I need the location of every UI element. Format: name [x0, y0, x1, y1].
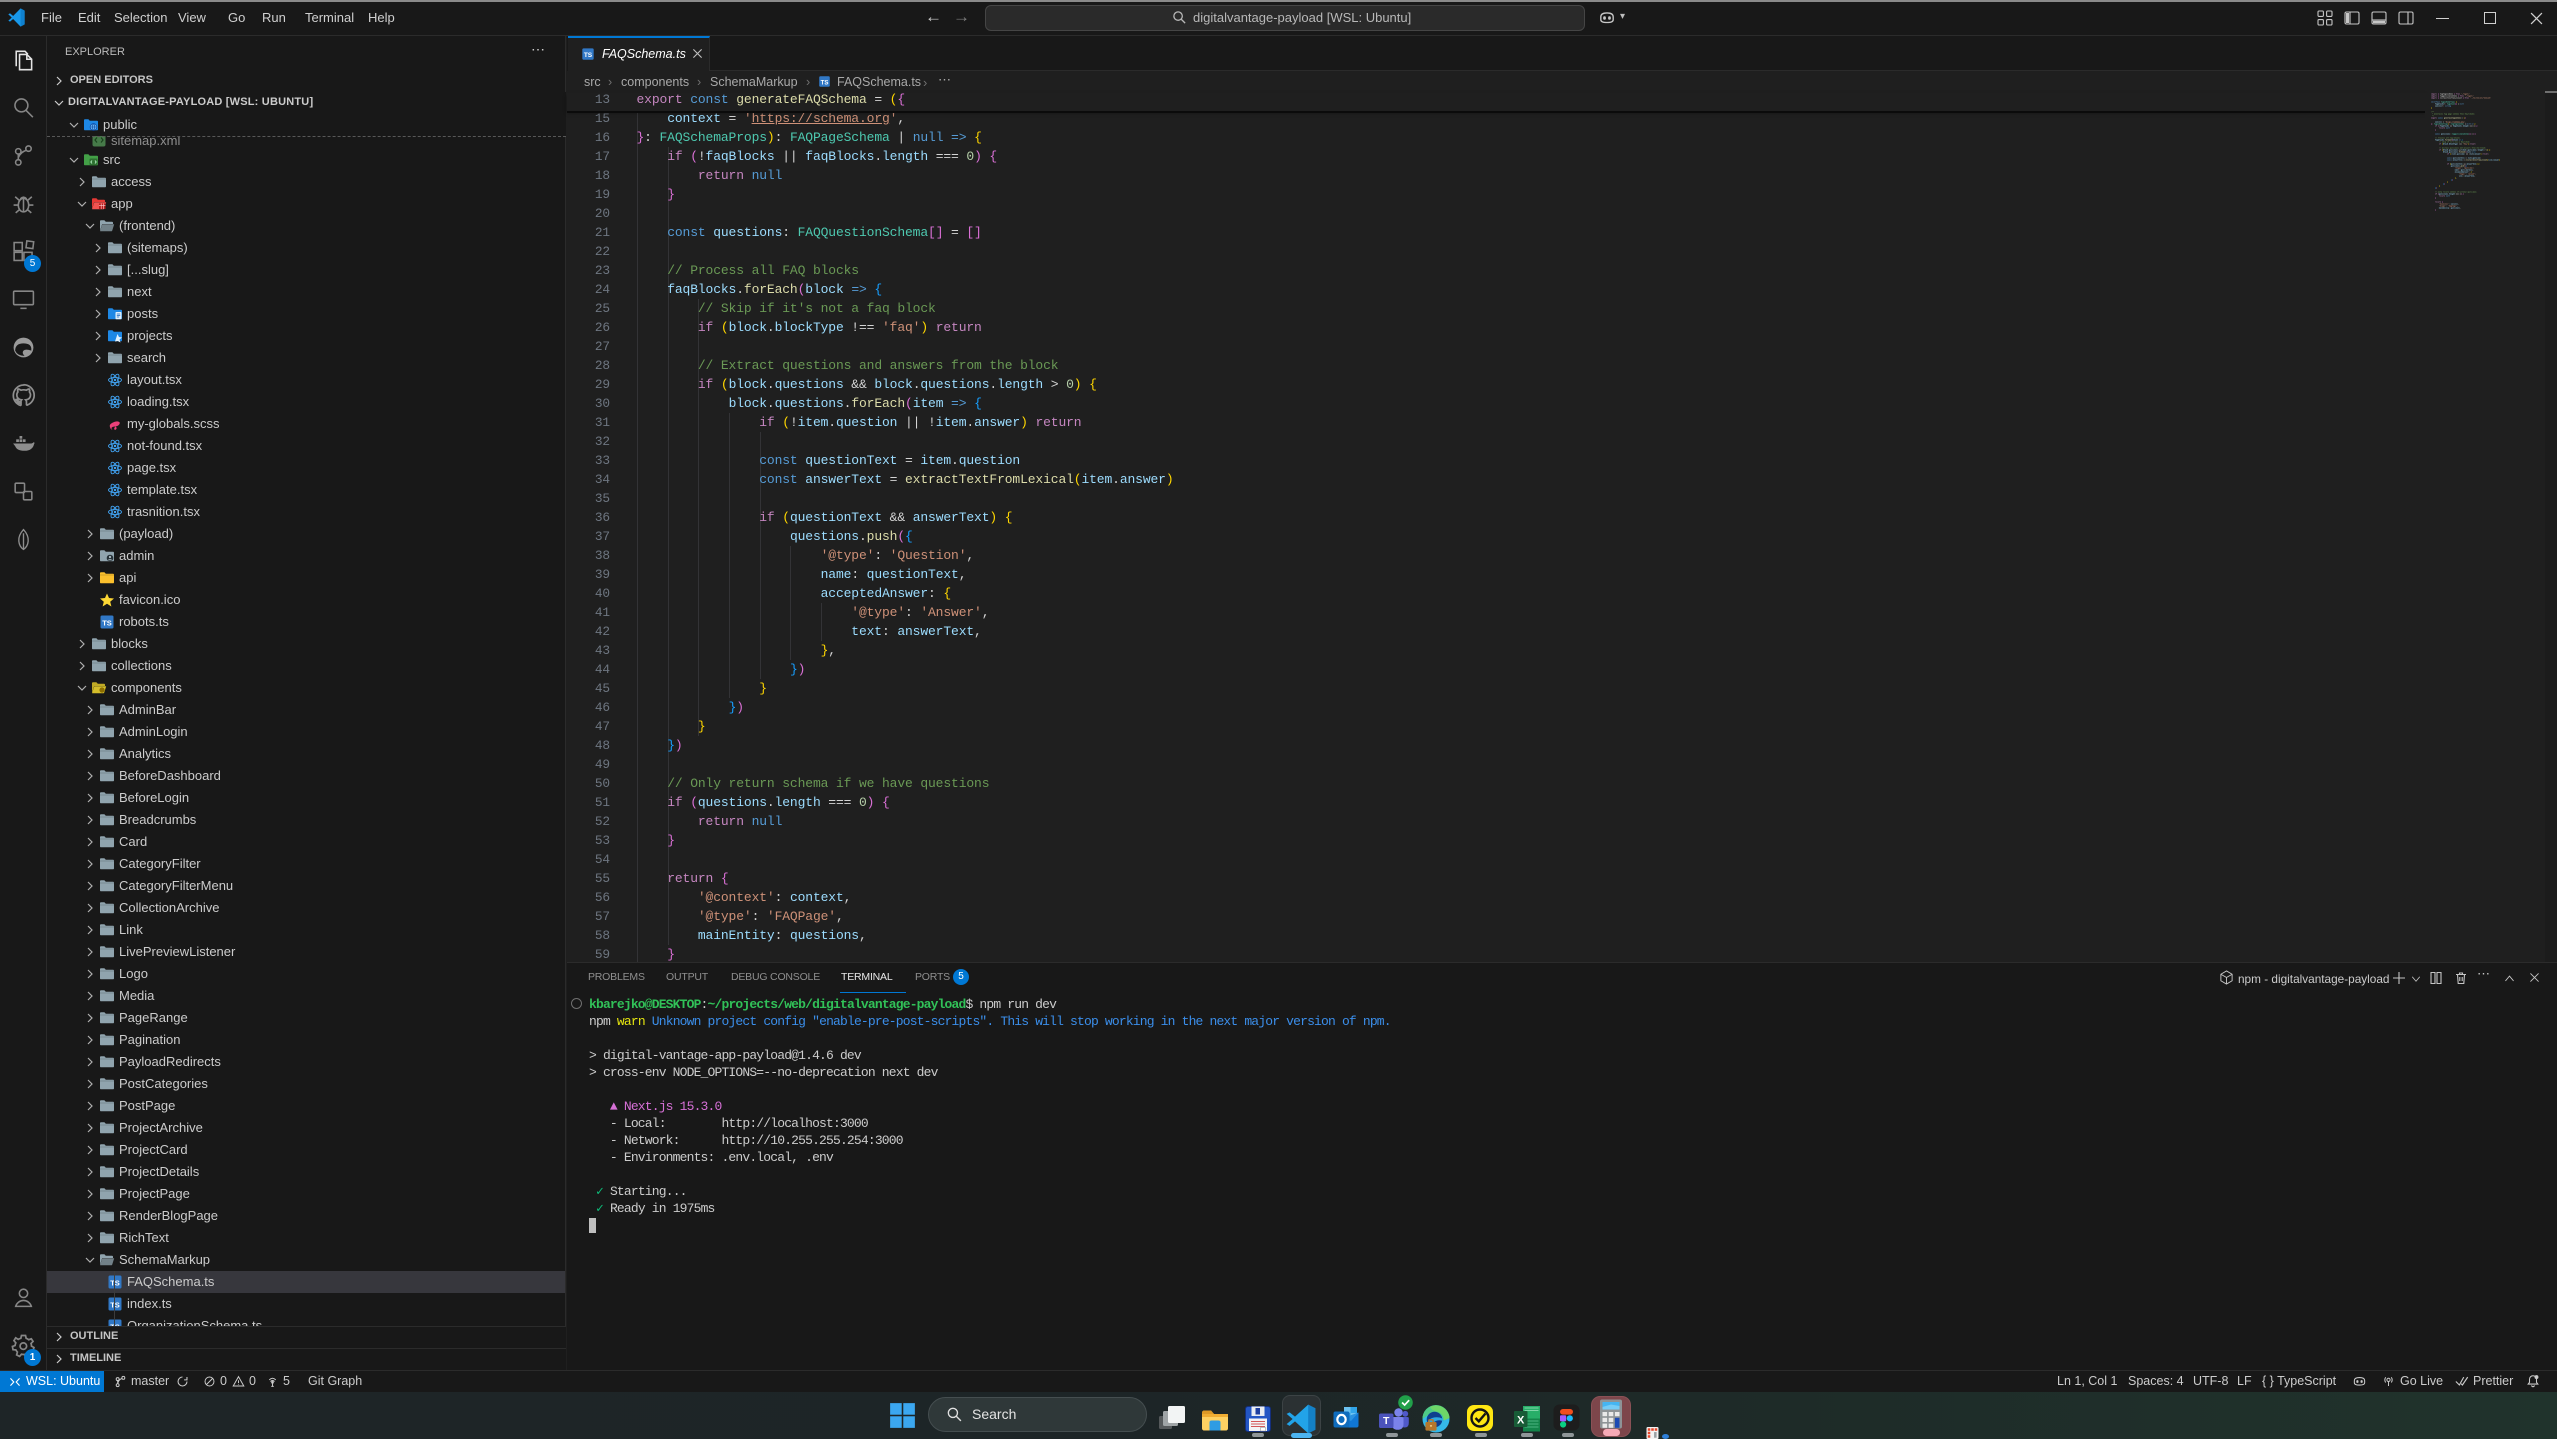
svg-text:T: T: [1383, 1415, 1390, 1427]
svg-text:TS: TS: [102, 619, 112, 628]
svg-text:X: X: [1517, 1415, 1525, 1427]
svg-text:TS: TS: [110, 1279, 120, 1288]
svg-text:TS: TS: [110, 1301, 120, 1310]
svg-text:TS: TS: [821, 79, 829, 86]
svg-text:TS: TS: [584, 52, 593, 59]
